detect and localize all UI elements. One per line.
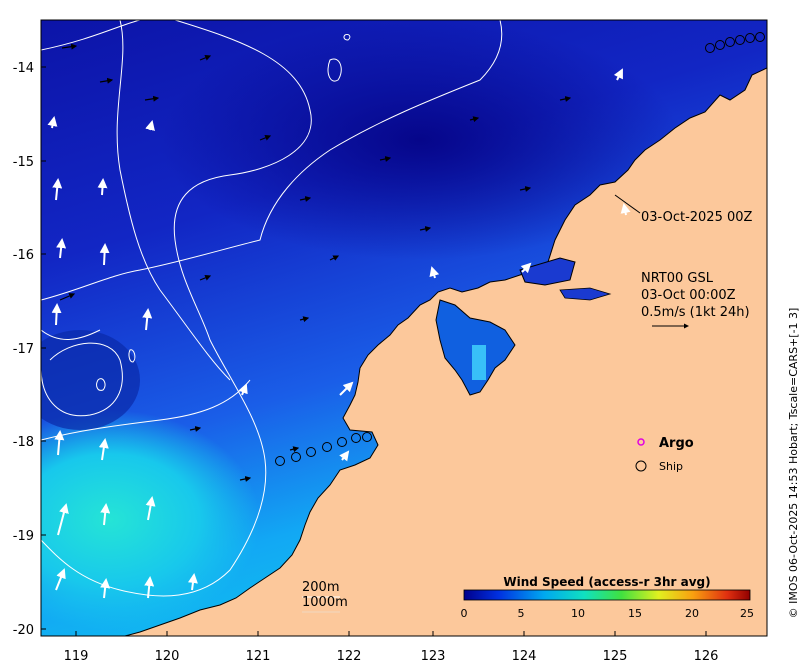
y-tick-label: -16 (13, 248, 34, 263)
info-line-1: NRT00 GSL (641, 271, 714, 286)
y-tick-label: -19 (13, 529, 34, 544)
x-tick-label: 123 (421, 649, 446, 664)
x-tick-label: 125 (603, 649, 628, 664)
y-tick-label: -15 (13, 155, 34, 170)
x-tick-label: 126 (694, 649, 719, 664)
credit-text: © IMOS 06-Oct-2025 14:53 Hobart; Tscale=… (787, 308, 800, 619)
x-axis: 119 120 121 122 123 124 125 126 (64, 649, 719, 664)
x-tick-label: 124 (512, 649, 537, 664)
contour-1000-label: 1000m (302, 595, 348, 610)
y-tick-label: -17 (13, 342, 34, 357)
colorbar-tick: 5 (518, 607, 525, 620)
x-tick-label: 119 (64, 649, 89, 664)
legend-ship-label: Ship (659, 460, 683, 473)
colorbar-title: Wind Speed (access-r 3hr avg) (503, 575, 710, 589)
contour-200-label: 200m (302, 580, 339, 595)
y-tick-label: -20 (13, 623, 34, 638)
x-tick-label: 122 (337, 649, 362, 664)
y-axis: -14 -15 -16 -17 -18 -19 -20 (13, 61, 34, 638)
y-tick-label: -18 (13, 435, 34, 450)
x-tick-label: 121 (246, 649, 271, 664)
colorbar-tick: 20 (685, 607, 699, 620)
colorbar-scale (463, 589, 751, 601)
colorbar-tick: 25 (740, 607, 754, 620)
timestamp-label: 03-Oct-2025 00Z (641, 210, 753, 225)
y-tick-label: -14 (13, 61, 34, 76)
sound-shallow (472, 345, 486, 380)
colorbar-tick: 15 (628, 607, 642, 620)
info-line-3: 0.5m/s (1kt 24h) (641, 305, 750, 320)
map-figure: 03-Oct-2025 00Z NRT00 GSL 03-Oct 00:00Z … (0, 19, 800, 664)
legend-argo-label: Argo (659, 436, 694, 451)
x-tick-label: 120 (155, 649, 180, 664)
map-plot-area[interactable] (0, 20, 767, 636)
colorbar-tick: 10 (571, 607, 585, 620)
info-line-2: 03-Oct 00:00Z (641, 288, 736, 303)
colorbar-tick: 0 (461, 607, 468, 620)
